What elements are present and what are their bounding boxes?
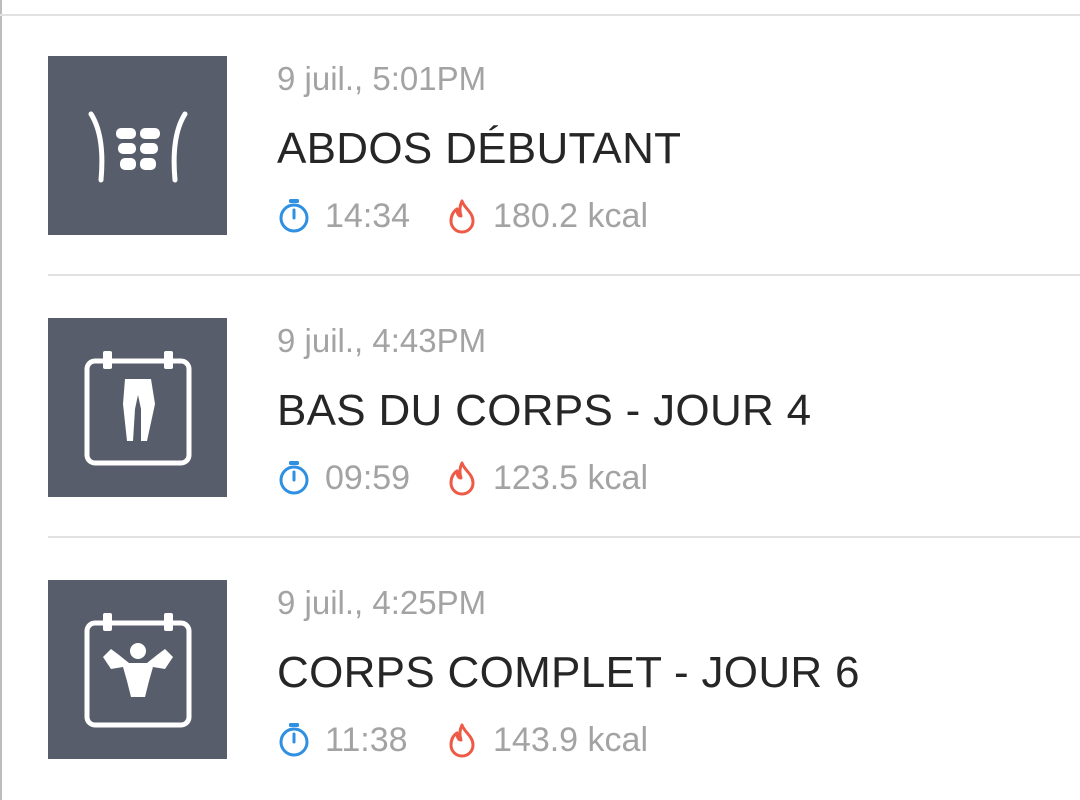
- workout-item[interactable]: 9 juil., 4:25PM CORPS COMPLET - JOUR 6 1…: [0, 540, 1080, 800]
- workout-title: ABDOS DÉBUTANT: [277, 124, 682, 173]
- workout-stats: 14:34 180.2 kcal: [277, 196, 648, 236]
- workout-datetime: 9 juil., 4:43PM: [277, 322, 487, 359]
- workout-calories: 180.2 kcal: [493, 196, 648, 235]
- abs-icon: [88, 111, 187, 182]
- stopwatch-icon: [277, 722, 311, 758]
- workout-duration: 09:59: [325, 458, 411, 497]
- workout-thumbnail: [48, 56, 227, 235]
- workout-item[interactable]: 9 juil., 4:43PM BAS DU CORPS - JOUR 4 09…: [0, 278, 1080, 538]
- calendar-legs-icon: [84, 350, 191, 465]
- workout-history-list: 9 juil., 5:01PM ABDOS DÉBUTANT 14:34 180…: [0, 16, 1080, 800]
- stopwatch-icon: [277, 460, 311, 496]
- row-divider: [48, 536, 1080, 538]
- workout-duration: 14:34: [325, 196, 411, 235]
- row-divider: [48, 274, 1080, 276]
- workout-thumbnail: [48, 318, 227, 497]
- workout-duration: 11:38: [325, 720, 408, 759]
- flame-icon: [447, 722, 477, 758]
- workout-calories: 143.9 kcal: [493, 720, 648, 759]
- workout-datetime: 9 juil., 4:25PM: [277, 584, 487, 621]
- workout-item[interactable]: 9 juil., 5:01PM ABDOS DÉBUTANT 14:34 180…: [0, 16, 1080, 276]
- workout-calories: 123.5 kcal: [493, 458, 648, 497]
- flame-icon: [447, 460, 477, 496]
- workout-title: BAS DU CORPS - JOUR 4: [277, 386, 812, 435]
- workout-thumbnail: [48, 580, 227, 759]
- workout-stats: 11:38 143.9 kcal: [277, 720, 648, 760]
- calendar-full-body-icon: [84, 612, 191, 727]
- workout-stats: 09:59 123.5 kcal: [277, 458, 648, 498]
- workout-title: CORPS COMPLET - JOUR 6: [277, 648, 860, 697]
- stopwatch-icon: [277, 198, 311, 234]
- workout-datetime: 9 juil., 5:01PM: [277, 60, 487, 97]
- flame-icon: [447, 198, 477, 234]
